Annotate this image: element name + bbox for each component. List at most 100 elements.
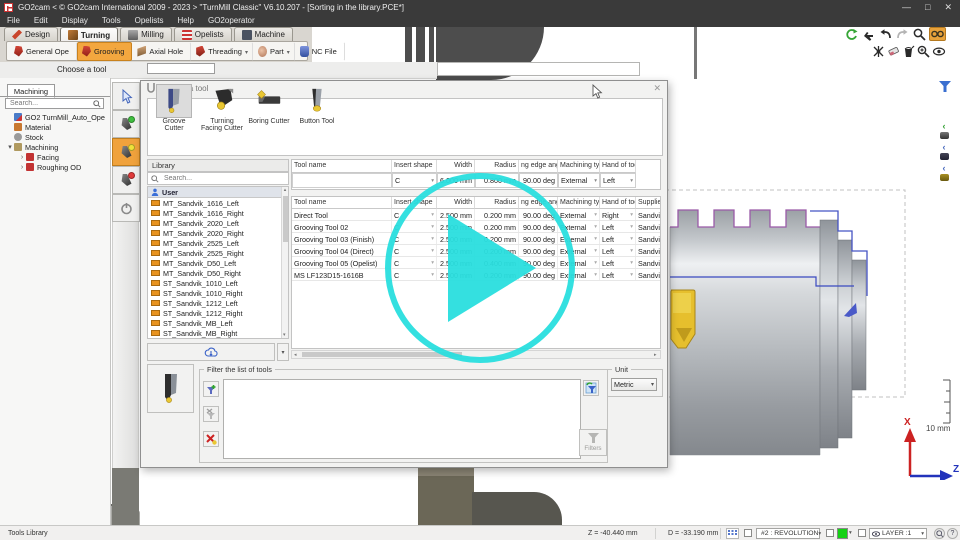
prompt-input[interactable]: [147, 63, 215, 74]
tree-item[interactable]: ▾ Machining: [2, 142, 108, 152]
column-header[interactable]: Machining typ: [558, 160, 600, 173]
library-item[interactable]: MT_Sandvik_1616_Right: [148, 208, 288, 218]
tool-name-input[interactable]: [437, 62, 640, 76]
ribbon-button[interactable]: Axial Hole: [132, 42, 191, 61]
visibility-button[interactable]: [932, 45, 946, 60]
column-header[interactable]: ng edge angle: [519, 160, 558, 173]
select-cursor-button[interactable]: [112, 82, 140, 110]
menu-item[interactable]: Edit: [27, 16, 55, 25]
grid-toggle-button[interactable]: [726, 528, 739, 539]
maximize-button[interactable]: □: [925, 2, 930, 13]
menu-item[interactable]: Tools: [95, 16, 128, 25]
layer-select[interactable]: LAYER :1▾: [869, 528, 927, 539]
tool-mode-button-2-active[interactable]: [112, 138, 140, 166]
filter-panel-button[interactable]: [938, 80, 952, 95]
view-glasses-button[interactable]: [929, 27, 946, 41]
library-download-options-button[interactable]: ▾: [277, 343, 289, 361]
dialog-close-icon[interactable]: ✕: [653, 83, 661, 94]
filter-machining-type-select[interactable]: External▾: [558, 173, 600, 188]
ribbon-button[interactable]: Grooving: [77, 42, 132, 61]
apply-filter-button[interactable]: [583, 380, 599, 396]
tree-item[interactable]: GO2 TurnMill_Auto_Ope: [2, 112, 108, 122]
scroll-right-icon[interactable]: ▸: [654, 352, 657, 358]
library-search-input[interactable]: [162, 174, 285, 183]
ribbon-tab[interactable]: Milling: [120, 27, 172, 41]
column-header[interactable]: Supplier: [636, 197, 661, 209]
explode-view-button[interactable]: [872, 45, 885, 60]
minimize-button[interactable]: —: [902, 2, 911, 13]
column-header[interactable]: Insert shape: [392, 160, 437, 173]
pan-hand-button[interactable]: [862, 28, 875, 43]
filter-tool-name-input[interactable]: [292, 173, 392, 188]
library-item[interactable]: ST_Sandvik_MB_Right: [148, 328, 288, 338]
eraser-button[interactable]: [887, 45, 900, 60]
clean-scene-button[interactable]: [902, 45, 915, 60]
library-item[interactable]: ST_Sandvik_1010_Right: [148, 288, 288, 298]
revolution-select[interactable]: #2 : REVOLUTION▾: [756, 528, 820, 539]
menu-item[interactable]: Display: [55, 16, 95, 25]
column-header[interactable]: Hand of tool: [600, 160, 636, 173]
zoom-window-button[interactable]: [917, 45, 930, 60]
column-header[interactable]: Width: [437, 160, 475, 173]
tree-expander[interactable]: ›: [18, 154, 26, 161]
menu-item[interactable]: File: [0, 16, 27, 25]
ribbon-button[interactable]: Part: [253, 42, 295, 61]
selected-tool-preview-button[interactable]: [147, 364, 194, 413]
library-item[interactable]: ST_Sandvik_1010_Left: [148, 278, 288, 288]
close-button[interactable]: ✕: [944, 2, 952, 13]
tree-item[interactable]: Material: [2, 122, 108, 132]
tool-type-boring-cutter[interactable]: Boring Cutter: [247, 84, 291, 125]
library-item[interactable]: ST_Sandvik_1212_Left: [148, 298, 288, 308]
library-search-box[interactable]: [147, 172, 289, 185]
library-item[interactable]: MT_Sandvik_2020_Right: [148, 228, 288, 238]
remove-filter-button[interactable]: [203, 406, 219, 422]
ribbon-button[interactable]: General Ope: [9, 42, 77, 61]
revolution-checkbox[interactable]: [744, 529, 752, 537]
tree-expander[interactable]: ▾: [6, 143, 14, 151]
collapsed-panel-toggle-1[interactable]: ‹: [937, 122, 951, 140]
filter-hand-select[interactable]: Left▾: [600, 173, 636, 188]
power-button[interactable]: [112, 194, 140, 222]
tree-search-input[interactable]: [8, 99, 93, 108]
filters-button[interactable]: Filters: [579, 429, 607, 456]
column-header[interactable]: Radius: [475, 160, 519, 173]
workpiece-3d-view[interactable]: 10 mm X Z: [640, 180, 960, 480]
collapsed-panel-toggle-2[interactable]: ‹: [937, 143, 951, 161]
library-item[interactable]: MT_Sandvik_2525_Left: [148, 238, 288, 248]
video-play-icon[interactable]: [448, 214, 536, 322]
color-checkbox[interactable]: [826, 529, 834, 537]
unit-select[interactable]: Metric▾: [611, 378, 657, 391]
library-item[interactable]: ST_Sandvik_MB_Left: [148, 318, 288, 328]
delete-filters-button[interactable]: [203, 431, 219, 447]
menu-item[interactable]: Help: [171, 16, 201, 25]
library-item[interactable]: MT_Sandvik_D50_Right: [148, 268, 288, 278]
color-dropdown-arrow[interactable]: ▾: [849, 530, 852, 536]
library-item[interactable]: ST_Sandvik_1212_Right: [148, 308, 288, 318]
tree-item[interactable]: Stock: [2, 132, 108, 142]
ribbon-button[interactable]: Threading: [191, 42, 253, 61]
scrollbar-thumb[interactable]: [283, 196, 288, 242]
library-item[interactable]: MT_Sandvik_2525_Right: [148, 248, 288, 258]
column-header[interactable]: Machining typ: [558, 197, 600, 209]
redo-button[interactable]: [896, 28, 909, 43]
undo-button[interactable]: [879, 28, 892, 43]
tool-type-groove-cutter[interactable]: Groove Cutter: [153, 84, 195, 132]
tool-type-button-tool[interactable]: Button Tool: [295, 84, 339, 125]
ribbon-tab[interactable]: Turning: [60, 27, 118, 42]
column-header[interactable]: Tool name: [292, 197, 392, 209]
scroll-left-icon[interactable]: ◂: [294, 352, 297, 358]
column-header[interactable]: Hand of tool: [600, 197, 636, 209]
tool-mode-button-3[interactable]: [112, 166, 140, 194]
library-item[interactable]: MT_Sandvik_D50_Left: [148, 258, 288, 268]
tool-type-turning-facing-cutter[interactable]: Turning Facing Cutter: [199, 84, 245, 132]
tree-expander[interactable]: ›: [18, 164, 26, 171]
library-group-user[interactable]: User: [148, 187, 282, 198]
collapsed-panel-toggle-3[interactable]: ‹: [937, 164, 951, 182]
ribbon-tab[interactable]: Design: [4, 27, 58, 41]
ribbon-tab[interactable]: Opelists: [174, 27, 232, 41]
menu-item[interactable]: GO2operator: [201, 16, 262, 25]
tree-search-box[interactable]: [5, 98, 104, 109]
zoom-button[interactable]: [913, 28, 926, 43]
filter-expression-textarea[interactable]: [223, 379, 581, 459]
active-color-swatch[interactable]: [837, 528, 848, 539]
